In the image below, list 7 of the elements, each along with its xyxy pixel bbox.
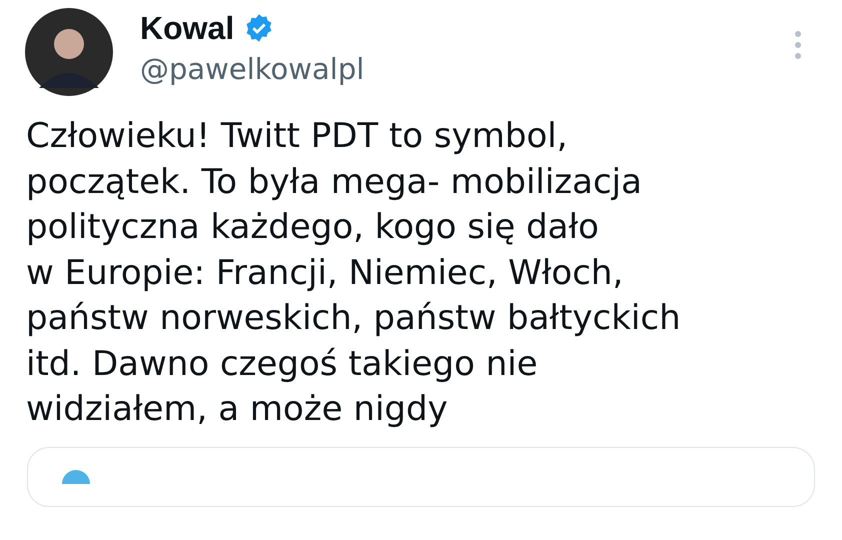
author-handle[interactable]: @pawelkowalpl <box>140 52 364 86</box>
avatar-placeholder[interactable] <box>25 8 113 96</box>
quoted-avatar-icon <box>62 470 90 484</box>
quoted-post-card[interactable] <box>27 446 815 506</box>
more-options-icon[interactable] <box>794 30 802 60</box>
tweet-text: Człowieku! Twitt PDT to symbol, początek. To była mega- mobilizacja polityczna każdego, kogo się dało w Europie: Francji, Niemiec, Włoch, państw norweskich, państw bałtyckich itd. Dawno czegoś takiego nie widziałem, a może nigdy <box>26 115 682 431</box>
author-name[interactable]: Kowal <box>140 10 234 46</box>
